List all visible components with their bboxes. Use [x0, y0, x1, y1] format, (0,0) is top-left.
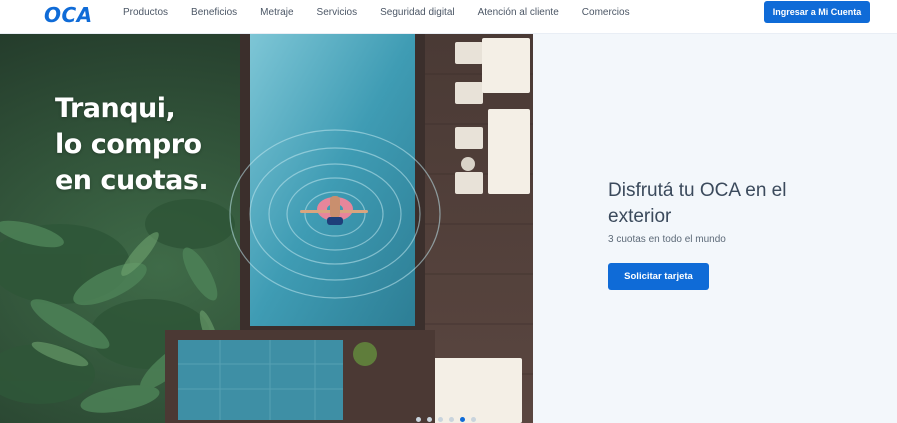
main-nav: Productos Beneficios Metraje Servicios S… — [123, 0, 653, 24]
oca-logo[interactable]: OCA — [44, 3, 93, 27]
carousel-dots — [416, 417, 476, 422]
request-card-button[interactable]: Solicitar tarjeta — [608, 263, 709, 290]
nav-servicios[interactable]: Servicios — [317, 7, 358, 18]
tagline-line-1: Tranqui, — [55, 93, 176, 124]
carousel-dot[interactable] — [416, 417, 421, 422]
carousel-dot-active[interactable] — [460, 417, 465, 422]
tagline-line-2: lo compro — [55, 129, 202, 160]
hero-tagline: Tranqui, lo compro en cuotas. — [55, 91, 209, 199]
nav-seguridad-digital[interactable]: Seguridad digital — [380, 7, 455, 18]
nav-productos[interactable]: Productos — [123, 7, 168, 18]
carousel-dot[interactable] — [449, 417, 454, 422]
nav-comercios[interactable]: Comercios — [582, 7, 630, 18]
site-header: OCA Productos Beneficios Metraje Servici… — [0, 0, 897, 34]
login-button[interactable]: Ingresar a Mi Cuenta — [764, 1, 870, 23]
carousel-dot[interactable] — [438, 417, 443, 422]
promo-panel: Disfrutá tu OCA en el exterior 3 cuotas … — [533, 34, 897, 423]
nav-beneficios[interactable]: Beneficios — [191, 7, 237, 18]
hero-banner: Tranqui, lo compro en cuotas. — [0, 34, 533, 423]
promo-title: Disfrutá tu OCA en el exterior — [608, 180, 787, 227]
nav-metraje[interactable]: Metraje — [260, 7, 293, 18]
carousel-dot[interactable] — [427, 417, 432, 422]
tagline-line-3: en cuotas. — [55, 165, 209, 196]
carousel-dot[interactable] — [471, 417, 476, 422]
nav-atencion-al-cliente[interactable]: Atención al cliente — [478, 7, 559, 18]
promo-subtitle: 3 cuotas en todo el mundo — [608, 234, 726, 245]
